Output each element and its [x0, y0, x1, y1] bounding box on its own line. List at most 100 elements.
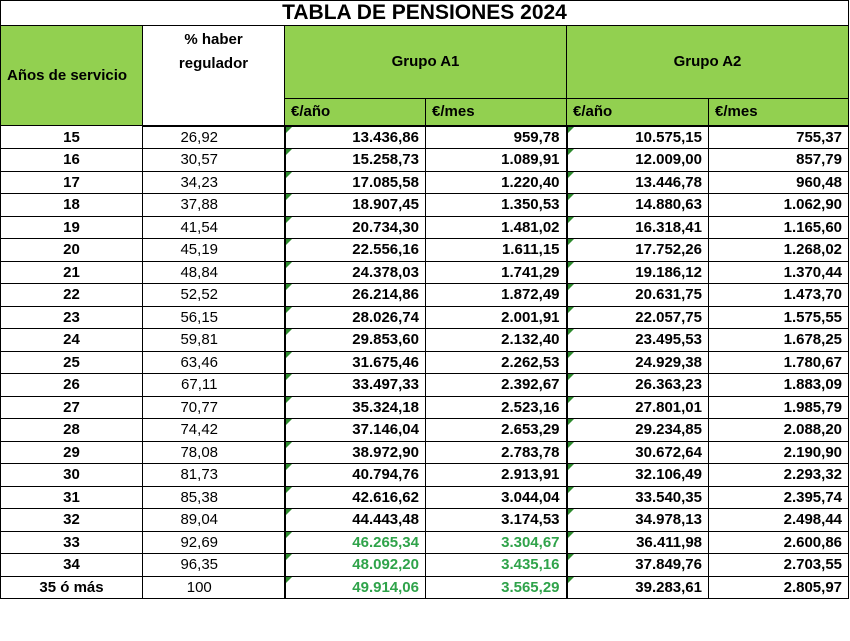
a1-month-cell: 1.350,53	[425, 193, 567, 217]
a1-year-cell: 28.026,74	[283, 305, 426, 329]
a2-year-cell: 16.318,41	[565, 215, 709, 239]
pct-regulator-header: % haber regulador	[142, 25, 285, 98]
years-cell: 30	[0, 463, 143, 487]
years-of-service-header: Años de servicio	[0, 25, 143, 126]
a1-month-cell: 2.262,53	[425, 350, 567, 374]
a1-month-cell: 1.611,15	[425, 238, 567, 262]
a2-month-cell: 1.268,02	[708, 238, 849, 262]
table-row: 21 48,84 24.378,03 1.741,29 19.186,12 1.370,4…	[0, 260, 849, 284]
a1-year-cell: 15.258,73	[283, 148, 426, 172]
pension-rows: 15 26,92 13.436,86 959,78 10.575,15 755,37 16 3…	[0, 125, 849, 599]
a2-month-cell: 1.062,90	[708, 193, 849, 217]
years-cell: 15	[0, 125, 143, 149]
pct-cell: 92,69	[142, 530, 285, 554]
pct-cell: 85,38	[142, 485, 285, 509]
years-cell: 33	[0, 530, 143, 554]
a2-year-cell: 29.234,85	[565, 418, 709, 442]
a2-year-cell: 36.411,98	[565, 530, 709, 554]
a1-month-cell: 3.565,29	[425, 575, 567, 599]
years-cell: 25	[0, 350, 143, 374]
table-row: 20 45,19 22.556,16 1.611,15 17.752,26 1.268,0…	[0, 238, 849, 262]
a2-year-cell: 26.363,23	[565, 373, 709, 397]
a2-year-cell: 37.849,76	[565, 553, 709, 577]
pct-cell: 37,88	[142, 193, 285, 217]
pct-cell: 67,11	[142, 373, 285, 397]
table-row: 34 96,35 48.092,20 3.435,16 37.849,76 2.703,5…	[0, 553, 849, 577]
a1-year-cell: 40.794,76	[283, 463, 426, 487]
a2-month-cell: 1.165,60	[708, 215, 849, 239]
a2-month-cell: 1.575,55	[708, 305, 849, 329]
table-row: 16 30,57 15.258,73 1.089,91 12.009,00 857,79	[0, 148, 849, 172]
a2-month-cell: 2.703,55	[708, 553, 849, 577]
a1-month-cell: 1.220,40	[425, 170, 567, 194]
pct-cell: 52,52	[142, 283, 285, 307]
table-row: 19 41,54 20.734,30 1.481,02 16.318,41 1.165,6…	[0, 215, 849, 239]
a2-month-cell: 2.498,44	[708, 508, 849, 532]
a1-year-cell: 13.436,86	[283, 125, 426, 149]
pension-table-sheet: TABLA DE PENSIONES 2024 Años de servicio…	[0, 0, 849, 639]
years-cell: 28	[0, 418, 143, 442]
years-cell: 24	[0, 328, 143, 352]
pct-header-line2: regulador	[178, 55, 249, 72]
a2-year-cell: 19.186,12	[565, 260, 709, 284]
table-row: 28 74,42 37.146,04 2.653,29 29.234,85 2.088,2…	[0, 418, 849, 442]
a1-year-cell: 38.972,90	[283, 440, 426, 464]
pct-cell: 96,35	[142, 553, 285, 577]
table-row: 26 67,11 33.497,33 2.392,67 26.363,23 1.883,0…	[0, 373, 849, 397]
table-row: 15 26,92 13.436,86 959,78 10.575,15 755,37	[0, 125, 849, 149]
table-row: 29 78,08 38.972,90 2.783,78 30.672,64 2.190,9…	[0, 440, 849, 464]
table-row: 30 81,73 40.794,76 2.913,91 32.106,49 2.293,3…	[0, 463, 849, 487]
a2-month-cell: 1.780,67	[708, 350, 849, 374]
a2-month-cell: 857,79	[708, 148, 849, 172]
a1-per-year-header: €/año	[284, 97, 426, 127]
a2-per-month-header: €/mes	[708, 97, 849, 127]
pct-cell: 45,19	[142, 238, 285, 262]
a2-per-year-header: €/año	[566, 97, 709, 127]
a2-year-cell: 10.575,15	[565, 125, 709, 149]
a2-year-cell: 32.106,49	[565, 463, 709, 487]
pct-header-line1: % haber	[184, 31, 243, 48]
a1-month-cell: 2.653,29	[425, 418, 567, 442]
years-cell: 16	[0, 148, 143, 172]
pct-cell: 26,92	[142, 125, 285, 149]
years-cell: 19	[0, 215, 143, 239]
pct-cell: 63,46	[142, 350, 285, 374]
a1-month-cell: 3.435,16	[425, 553, 567, 577]
table-row: 35 ó más 100 49.914,06 3.565,29 39.283,61 2.8…	[0, 575, 849, 599]
a1-year-cell: 22.556,16	[283, 238, 426, 262]
pct-cell: 70,77	[142, 395, 285, 419]
table-row: 23 56,15 28.026,74 2.001,91 22.057,75 1.575,5…	[0, 305, 849, 329]
pct-cell: 34,23	[142, 170, 285, 194]
pct-cell: 78,08	[142, 440, 285, 464]
years-cell: 20	[0, 238, 143, 262]
pct-cell: 30,57	[142, 148, 285, 172]
a2-month-cell: 1.883,09	[708, 373, 849, 397]
a2-year-cell: 39.283,61	[565, 575, 709, 599]
a1-month-cell: 2.001,91	[425, 305, 567, 329]
a2-year-cell: 22.057,75	[565, 305, 709, 329]
pct-header-blank	[142, 98, 285, 127]
a2-month-cell: 1.678,25	[708, 328, 849, 352]
a1-year-cell: 29.853,60	[283, 328, 426, 352]
a1-year-cell: 48.092,20	[283, 553, 426, 577]
table-row: 33 92,69 46.265,34 3.304,67 36.411,98 2.600,8…	[0, 530, 849, 554]
a2-month-cell: 2.600,86	[708, 530, 849, 554]
years-cell: 32	[0, 508, 143, 532]
a1-year-cell: 31.675,46	[283, 350, 426, 374]
table-row: 31 85,38 42.616,62 3.044,04 33.540,35 2.395,7…	[0, 485, 849, 509]
a1-year-cell: 20.734,30	[283, 215, 426, 239]
table-row: 32 89,04 44.443,48 3.174,53 34.978,13 2.498,4…	[0, 508, 849, 532]
pct-cell: 48,84	[142, 260, 285, 284]
a1-year-cell: 26.214,86	[283, 283, 426, 307]
years-cell: 18	[0, 193, 143, 217]
a2-month-cell: 755,37	[708, 125, 849, 149]
a1-month-cell: 1.089,91	[425, 148, 567, 172]
a2-year-cell: 33.540,35	[565, 485, 709, 509]
years-cell: 27	[0, 395, 143, 419]
pct-cell: 74,42	[142, 418, 285, 442]
a2-year-cell: 34.978,13	[565, 508, 709, 532]
a1-year-cell: 46.265,34	[283, 530, 426, 554]
a1-year-cell: 18.907,45	[283, 193, 426, 217]
a2-year-cell: 27.801,01	[565, 395, 709, 419]
group-a1-header: Grupo A1	[284, 25, 567, 99]
